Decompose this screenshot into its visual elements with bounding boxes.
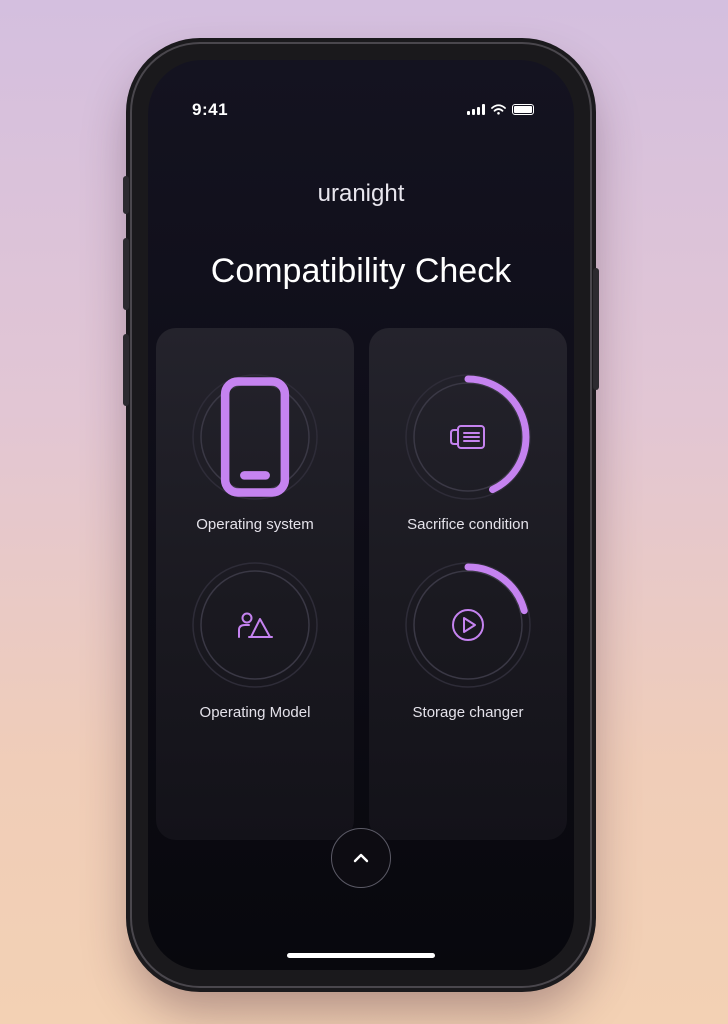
- play-icon: [452, 609, 484, 641]
- smartphone-icon: [220, 377, 290, 497]
- power-button: [593, 268, 599, 390]
- expand-button[interactable]: [331, 828, 391, 888]
- phone-frame: 9:41 uranight Compatibility Check Operat…: [123, 42, 599, 988]
- brand-name: uranight: [317, 180, 405, 207]
- home-indicator[interactable]: [287, 953, 435, 958]
- page-title: Compatibility Check: [210, 252, 512, 290]
- app-screen: 9:41 uranight Compatibility Check Operat…: [148, 60, 574, 970]
- wifi-icon: [491, 104, 506, 115]
- check-label: Operating Model: [199, 704, 311, 721]
- cellular-signal-icon: [467, 104, 485, 115]
- check-ring: [191, 373, 319, 501]
- checks-panel-left: Operating system Operating Model: [156, 328, 354, 840]
- chevron-up-icon: [353, 853, 369, 863]
- status-time: 9:41: [192, 100, 229, 119]
- check-label: Storage changer: [412, 704, 524, 721]
- id-card-icon: [450, 425, 485, 449]
- check-ring: [404, 373, 532, 501]
- check-ring: [404, 561, 532, 689]
- checks-panel-right: Sacrifice condition Storage changer: [369, 328, 567, 840]
- volume-up-button: [123, 238, 129, 310]
- person-triangle-icon: [238, 612, 273, 638]
- volume-down-button: [123, 334, 129, 406]
- mute-switch: [123, 176, 129, 214]
- check-ring: [191, 561, 319, 689]
- check-label: Operating system: [196, 516, 314, 533]
- status-icons: [467, 104, 534, 115]
- check-label: Sacrifice condition: [407, 516, 529, 533]
- battery-icon: [512, 104, 534, 115]
